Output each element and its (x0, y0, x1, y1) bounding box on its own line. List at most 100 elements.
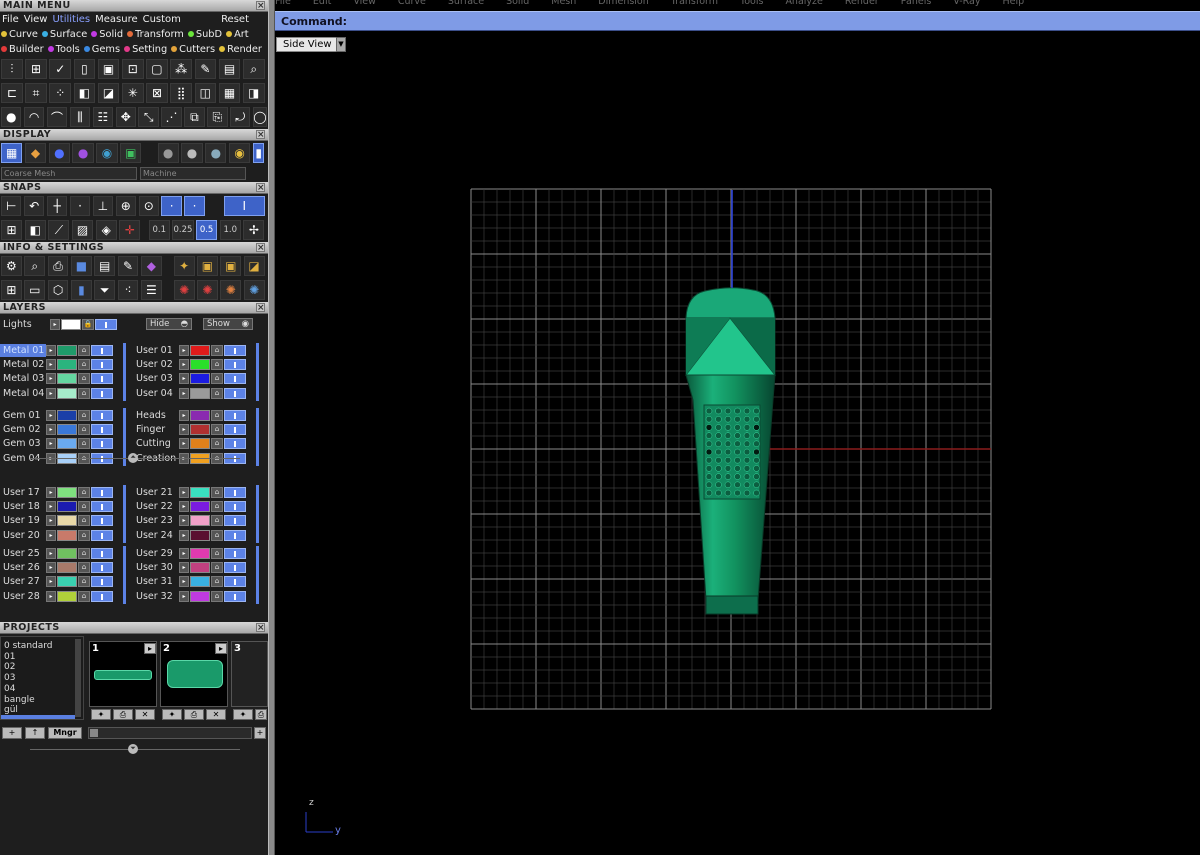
layer-color-swatch[interactable] (190, 590, 210, 602)
monitor-icon[interactable]: ▭ (24, 280, 46, 300)
top-menu-item[interactable]: Edit (313, 0, 331, 7)
layer-color-swatch[interactable] (190, 562, 210, 574)
top-menu-item[interactable]: View (353, 0, 376, 7)
layer-color-swatch[interactable] (57, 529, 77, 541)
layers-header[interactable]: LAYERS × (0, 302, 268, 314)
lock-icon[interactable]: ⌂ (78, 387, 90, 399)
move-icon[interactable]: ✥ (115, 107, 136, 127)
visibility-toggle[interactable] (224, 438, 246, 450)
slot-2-delete-icon[interactable]: ✕ (206, 709, 226, 720)
top-menu-item[interactable]: Surface (448, 0, 484, 7)
snap-curve-icon[interactable]: ↶ (23, 196, 45, 216)
project-scrollbar-thumb[interactable] (90, 729, 98, 737)
layer-row[interactable]: User 30 ▸ ⌂ (133, 561, 246, 574)
layer-color-swatch[interactable] (57, 515, 77, 527)
snap-ortho-icon[interactable]: ⋅ (184, 196, 205, 216)
scale-icon[interactable]: ⤡ (138, 107, 159, 127)
top-menu-item[interactable]: Help (1003, 0, 1025, 7)
metal-sphere-icon[interactable]: ● (157, 143, 179, 163)
add-project-icon[interactable]: + (2, 727, 22, 739)
layer-color-swatch[interactable] (190, 410, 210, 421)
slot-2-menu-icon[interactable]: ▸ (215, 643, 227, 654)
crop-icon[interactable]: ⌗ (25, 83, 47, 103)
list-icon[interactable]: ☰ (140, 280, 162, 300)
blue-sphere-icon[interactable]: ● (48, 143, 70, 163)
magnify-icon[interactable]: ⌕ (24, 256, 46, 276)
layer-row[interactable]: User 01 ▸ ⌂ (133, 344, 246, 357)
layer-color-swatch[interactable] (57, 387, 77, 399)
menu-measure[interactable]: Measure (95, 12, 138, 27)
paint-icon[interactable]: ✦ (173, 256, 195, 276)
visibility-toggle[interactable] (224, 410, 246, 421)
slot-3-save-icon[interactable]: ⎙ (255, 709, 267, 720)
layer-row[interactable]: User 24 ▸ ⌂ (133, 529, 246, 542)
layer-color-swatch[interactable] (190, 576, 210, 588)
menu-custom[interactable]: Custom (143, 12, 181, 27)
layer-expand-icon[interactable]: ▸ (179, 590, 189, 602)
layer-name[interactable]: User 19 (0, 514, 46, 527)
layer-name[interactable]: User 26 (0, 561, 46, 574)
lock-icon[interactable]: ⌂ (211, 501, 223, 513)
layer-name[interactable]: User 18 (0, 500, 46, 513)
top-menu-item[interactable]: V-Ray (953, 0, 980, 7)
layer-expand-icon[interactable]: ▸ (179, 438, 189, 450)
project-list-item[interactable]: 0 standard (4, 641, 53, 651)
visibility-toggle[interactable] (224, 562, 246, 574)
layer-expand-icon[interactable]: ▸ (46, 487, 56, 498)
frame-icon[interactable]: ▢ (146, 59, 168, 79)
layer-name[interactable]: User 17 (0, 486, 46, 499)
snap-intersect-icon[interactable]: ┼ (46, 196, 68, 216)
layout-icon[interactable]: ◨ (242, 83, 265, 103)
box-blue-icon[interactable]: ■ (70, 256, 92, 276)
doc-edit-icon[interactable]: ✎ (117, 256, 139, 276)
layer-color-swatch[interactable] (190, 487, 210, 498)
side-viewport-canvas[interactable] (275, 0, 1200, 855)
layer-row[interactable]: Cutting ▸ ⌂ (133, 437, 246, 450)
project-list-scrollbar[interactable] (75, 639, 81, 717)
layer-expand-icon[interactable]: ▸ (179, 424, 189, 436)
layer-row[interactable]: User 04 ▸ ⌂ (133, 387, 246, 400)
zoom-icon[interactable]: ⌕ (242, 59, 265, 79)
layer-expand-icon[interactable]: ▸ (179, 562, 189, 574)
snap-quad-icon[interactable]: ⊙ (138, 196, 159, 216)
top-menu-item[interactable]: Mesh (551, 0, 576, 7)
snap-toggle-icon[interactable]: Ⅰ (223, 196, 265, 216)
scatter-icon[interactable]: ⁂ (170, 59, 192, 79)
bounding-box-icon[interactable]: ⊏ (1, 83, 23, 103)
visibility-toggle[interactable] (91, 424, 113, 436)
lock-icon[interactable]: ⌂ (211, 487, 223, 498)
lock-icon[interactable]: ⌂ (78, 590, 90, 602)
project-list-item[interactable]: gül (4, 705, 18, 715)
array-icon[interactable]: ⣿ (170, 83, 192, 103)
layer-color-swatch[interactable] (57, 562, 77, 574)
slot-1-save-icon[interactable]: ⎙ (113, 709, 133, 720)
lock-icon[interactable]: 🔒 (82, 319, 94, 330)
menu-file[interactable]: File (2, 12, 19, 27)
nodes-icon[interactable]: ⁖ (117, 280, 139, 300)
snap-point-icon[interactable]: · (69, 196, 91, 216)
layer-color-swatch[interactable] (190, 424, 210, 436)
category-builder[interactable]: Builder (1, 42, 46, 57)
layer-name[interactable]: Finger (133, 423, 179, 436)
layer-row[interactable]: User 20 ▸ ⌂ (0, 529, 113, 542)
select-points-icon[interactable]: ⊞ (25, 59, 47, 79)
visibility-toggle[interactable] (224, 424, 246, 436)
category-solid[interactable]: Solid (91, 27, 125, 42)
cube-wire-icon[interactable]: ⬡ (47, 280, 69, 300)
layer-name[interactable]: Metal 04 (0, 387, 46, 400)
pen-icon[interactable]: ✎ (194, 59, 217, 79)
layer-color-swatch[interactable] (57, 548, 77, 559)
snap-perp-icon[interactable]: ⊥ (92, 196, 114, 216)
layer-row[interactable]: User 18 ▸ ⌂ (0, 500, 113, 513)
top-menu-item[interactable]: Transform (671, 0, 718, 7)
green-render-icon[interactable]: ▣ (120, 143, 142, 163)
snap-cube-icon[interactable]: ◧ (24, 220, 46, 240)
snap-end-icon[interactable]: ⊢ (1, 196, 22, 216)
rotate-icon[interactable]: ⤾ (230, 107, 251, 127)
project-scrollbar[interactable] (88, 727, 252, 739)
layer-color-swatch[interactable] (57, 576, 77, 588)
visibility-toggle[interactable] (224, 529, 246, 541)
layer-row[interactable]: Finger ▸ ⌂ (133, 423, 246, 436)
lock-icon[interactable]: ⌂ (78, 359, 90, 371)
layer-expand-icon[interactable]: ▸ (46, 373, 56, 385)
